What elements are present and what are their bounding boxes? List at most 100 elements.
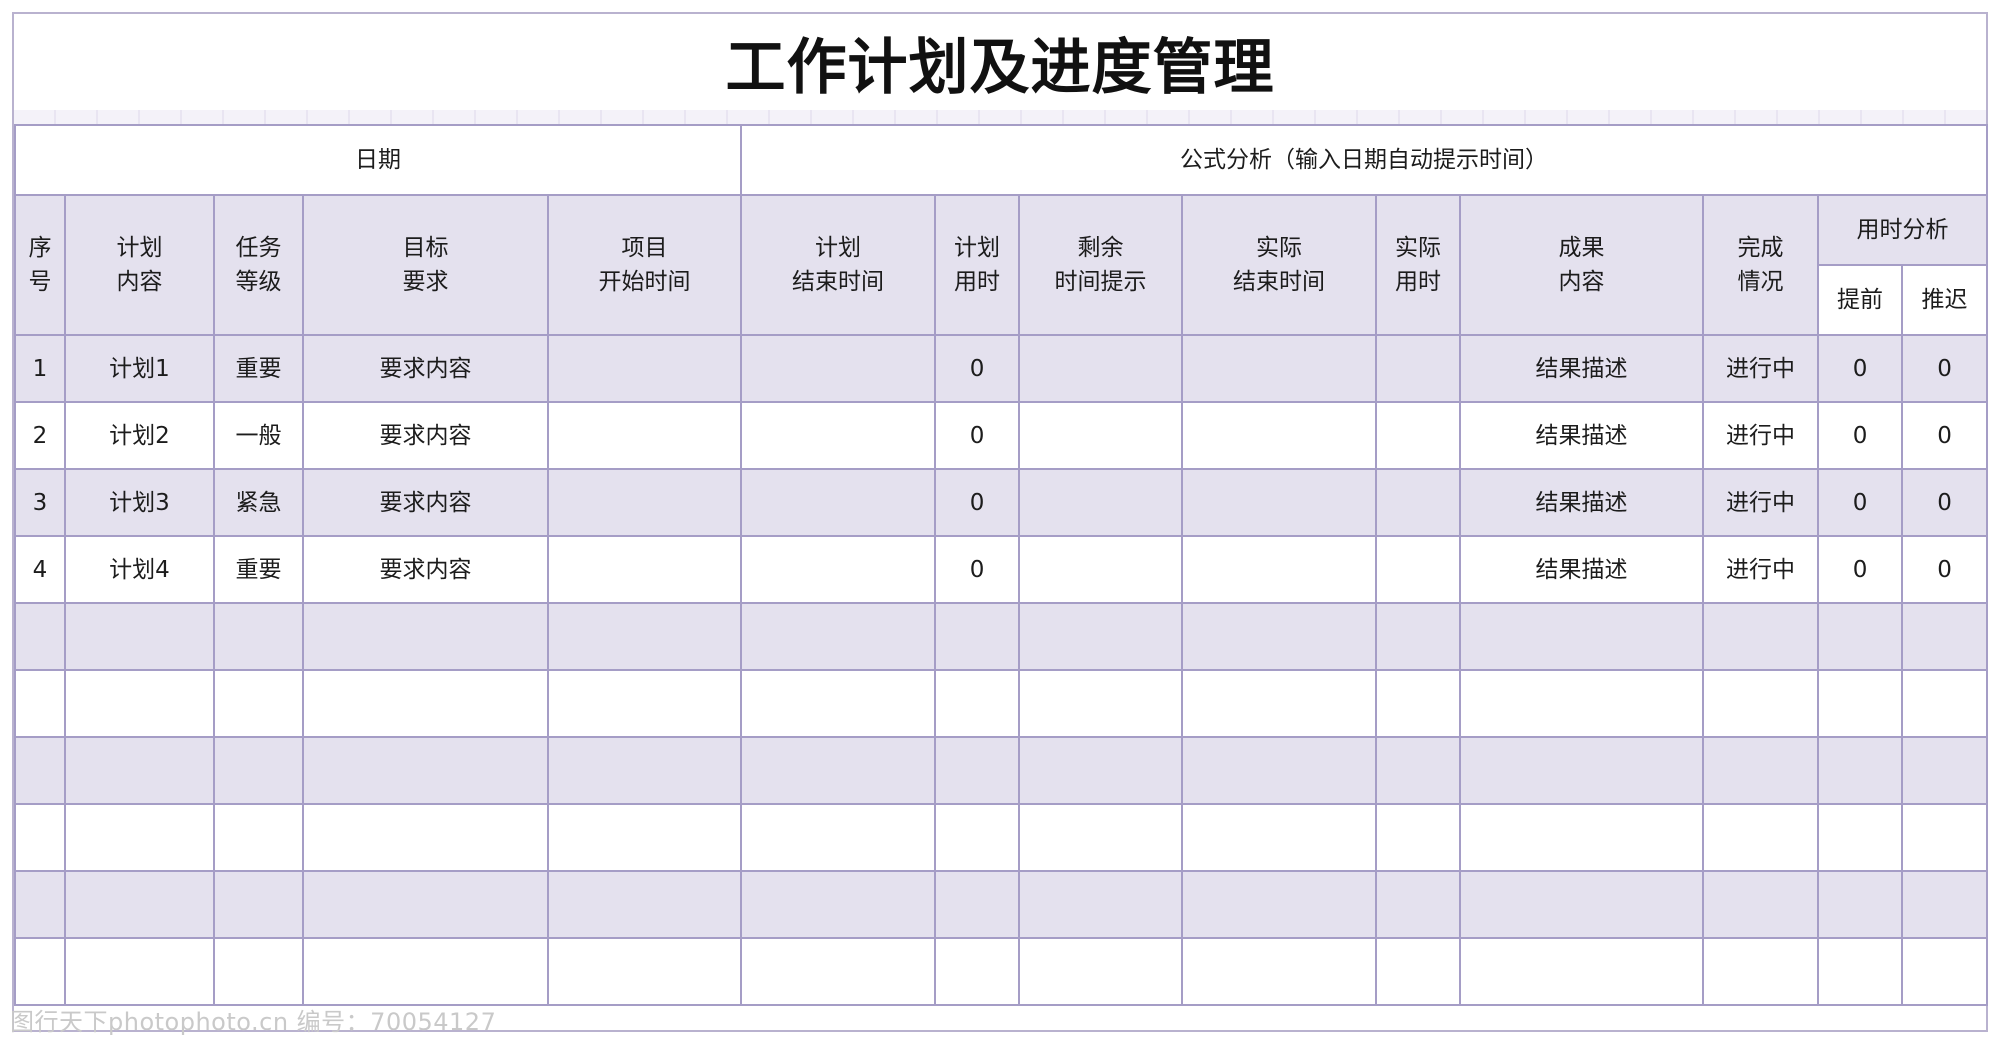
cell-plan-used[interactable]: 0: [934, 334, 1021, 403]
empty-cell[interactable]: [934, 803, 1021, 872]
empty-cell[interactable]: [740, 602, 937, 671]
cell-actual-used[interactable]: [1375, 334, 1462, 403]
empty-cell[interactable]: [64, 602, 215, 671]
cell-delay[interactable]: 0: [1901, 334, 1989, 403]
cell-level[interactable]: 重要: [213, 334, 304, 403]
empty-cell[interactable]: [213, 937, 304, 1006]
cell-seq[interactable]: 3: [14, 468, 66, 537]
empty-cell[interactable]: [1901, 669, 1989, 738]
empty-cell[interactable]: [1702, 669, 1820, 738]
cell-seq[interactable]: 1: [14, 334, 66, 403]
cell-plan-end[interactable]: [740, 535, 937, 604]
cell-plan[interactable]: 计划3: [64, 468, 215, 537]
cell-seq[interactable]: 2: [14, 401, 66, 470]
empty-cell[interactable]: [1901, 803, 1989, 872]
empty-cell[interactable]: [1459, 870, 1705, 939]
empty-cell[interactable]: [1375, 736, 1462, 805]
empty-cell[interactable]: [1459, 937, 1705, 1006]
cell-remaining[interactable]: [1018, 401, 1184, 470]
empty-cell[interactable]: [302, 870, 549, 939]
cell-start[interactable]: [546, 535, 743, 604]
empty-cell[interactable]: [64, 669, 215, 738]
cell-early[interactable]: 0: [1817, 401, 1904, 470]
empty-cell[interactable]: [1459, 736, 1705, 805]
empty-cell[interactable]: [740, 669, 937, 738]
empty-cell[interactable]: [1901, 937, 1989, 1006]
empty-cell[interactable]: [213, 736, 304, 805]
cell-start[interactable]: [546, 334, 743, 403]
cell-start[interactable]: [546, 468, 743, 537]
empty-cell[interactable]: [1817, 736, 1904, 805]
empty-cell[interactable]: [1375, 602, 1462, 671]
cell-result[interactable]: 结果描述: [1459, 468, 1705, 537]
cell-remaining[interactable]: [1018, 334, 1184, 403]
cell-plan-used[interactable]: 0: [934, 468, 1021, 537]
cell-remaining[interactable]: [1018, 535, 1184, 604]
empty-cell[interactable]: [1901, 870, 1989, 939]
empty-cell[interactable]: [740, 937, 937, 1006]
empty-cell[interactable]: [1702, 602, 1820, 671]
cell-result[interactable]: 结果描述: [1459, 334, 1705, 403]
cell-plan-end[interactable]: [740, 468, 937, 537]
empty-cell[interactable]: [64, 803, 215, 872]
empty-cell[interactable]: [1018, 937, 1184, 1006]
cell-actual-end[interactable]: [1181, 535, 1378, 604]
empty-cell[interactable]: [14, 870, 66, 939]
empty-cell[interactable]: [1702, 803, 1820, 872]
empty-cell[interactable]: [1181, 736, 1378, 805]
empty-cell[interactable]: [1375, 803, 1462, 872]
cell-delay[interactable]: 0: [1901, 401, 1989, 470]
cell-status[interactable]: 进行中: [1702, 468, 1820, 537]
empty-cell[interactable]: [1181, 602, 1378, 671]
empty-cell[interactable]: [1181, 803, 1378, 872]
empty-cell[interactable]: [1375, 669, 1462, 738]
empty-cell[interactable]: [546, 602, 743, 671]
empty-cell[interactable]: [1181, 937, 1378, 1006]
cell-target[interactable]: 要求内容: [302, 535, 549, 604]
cell-plan-end[interactable]: [740, 334, 937, 403]
empty-cell[interactable]: [213, 803, 304, 872]
empty-cell[interactable]: [213, 602, 304, 671]
empty-cell[interactable]: [1702, 937, 1820, 1006]
empty-cell[interactable]: [1901, 736, 1989, 805]
empty-cell[interactable]: [546, 937, 743, 1006]
empty-cell[interactable]: [546, 736, 743, 805]
empty-cell[interactable]: [1018, 870, 1184, 939]
cell-result[interactable]: 结果描述: [1459, 401, 1705, 470]
empty-cell[interactable]: [1459, 669, 1705, 738]
cell-status[interactable]: 进行中: [1702, 535, 1820, 604]
cell-actual-end[interactable]: [1181, 401, 1378, 470]
empty-cell[interactable]: [546, 669, 743, 738]
empty-cell[interactable]: [1459, 602, 1705, 671]
cell-actual-used[interactable]: [1375, 535, 1462, 604]
empty-cell[interactable]: [64, 870, 215, 939]
cell-plan-end[interactable]: [740, 401, 937, 470]
cell-plan-used[interactable]: 0: [934, 535, 1021, 604]
cell-plan[interactable]: 计划2: [64, 401, 215, 470]
empty-cell[interactable]: [1181, 870, 1378, 939]
cell-actual-end[interactable]: [1181, 334, 1378, 403]
cell-plan-used[interactable]: 0: [934, 401, 1021, 470]
cell-status[interactable]: 进行中: [1702, 334, 1820, 403]
empty-cell[interactable]: [1375, 937, 1462, 1006]
empty-cell[interactable]: [14, 937, 66, 1006]
empty-cell[interactable]: [934, 937, 1021, 1006]
empty-cell[interactable]: [740, 870, 937, 939]
empty-cell[interactable]: [1459, 803, 1705, 872]
empty-cell[interactable]: [934, 870, 1021, 939]
cell-target[interactable]: 要求内容: [302, 468, 549, 537]
empty-cell[interactable]: [14, 602, 66, 671]
empty-cell[interactable]: [740, 736, 937, 805]
empty-cell[interactable]: [302, 937, 549, 1006]
empty-cell[interactable]: [213, 870, 304, 939]
cell-actual-used[interactable]: [1375, 401, 1462, 470]
cell-remaining[interactable]: [1018, 468, 1184, 537]
empty-cell[interactable]: [1018, 736, 1184, 805]
cell-plan[interactable]: 计划1: [64, 334, 215, 403]
cell-delay[interactable]: 0: [1901, 535, 1989, 604]
empty-cell[interactable]: [546, 870, 743, 939]
empty-cell[interactable]: [1018, 803, 1184, 872]
empty-cell[interactable]: [14, 669, 66, 738]
empty-cell[interactable]: [1817, 803, 1904, 872]
empty-cell[interactable]: [934, 736, 1021, 805]
